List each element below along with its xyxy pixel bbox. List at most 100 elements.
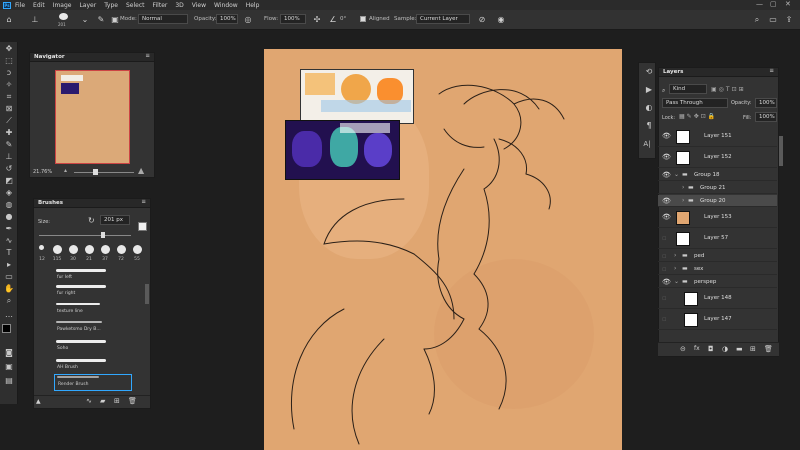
chevron-down-icon[interactable]: ⌄ — [674, 171, 679, 178]
layer-opacity-input[interactable]: 100% — [755, 98, 777, 108]
zoom-in-icon[interactable]: ▲ — [138, 166, 144, 175]
group-row[interactable]: 👁 ⌄ ▬ Group 18 — [658, 169, 777, 181]
layer-name[interactable]: Layer 151 — [704, 133, 732, 139]
layer-name[interactable]: Layer 148 — [704, 295, 732, 301]
clone-stamp-tool-icon[interactable]: ⊥ — [3, 152, 15, 162]
menu-layer[interactable]: Layer — [79, 2, 96, 9]
layer-row[interactable]: 👁 Layer 153 — [658, 208, 777, 228]
document-canvas[interactable] — [264, 49, 622, 450]
brush-size-slider-handle[interactable] — [101, 232, 105, 238]
dodge-tool-icon[interactable]: ● — [3, 212, 15, 222]
adjustment-layer-icon[interactable]: ◑ — [722, 345, 728, 353]
pen-tool-icon[interactable]: ✒ — [3, 224, 15, 234]
group-row[interactable]: › ▬ Group 21 — [658, 182, 777, 194]
rectangle-tool-icon[interactable]: ▭ — [3, 272, 15, 282]
group-row[interactable]: ▫ › ▬ ped — [658, 250, 777, 262]
blur-tool-icon[interactable]: ◍ — [3, 200, 15, 210]
menu-image[interactable]: Image — [53, 2, 72, 9]
menu-help[interactable]: Help — [246, 2, 260, 9]
layer-name[interactable]: Layer 147 — [704, 316, 732, 322]
crop-tool-icon[interactable]: ⌗ — [3, 92, 15, 102]
healing-brush-tool-icon[interactable]: ✚ — [3, 128, 15, 138]
screen-mode-icon[interactable]: ▣ — [3, 362, 15, 372]
chevron-down-icon[interactable]: ⌄ — [674, 278, 679, 285]
group-name[interactable]: Group 21 — [700, 185, 726, 191]
layer-name[interactable]: Layer 57 — [704, 235, 728, 241]
new-group-icon[interactable]: ▰ — [100, 397, 105, 405]
history-icon[interactable]: ⟲ — [643, 67, 655, 77]
menu-edit[interactable]: Edit — [33, 2, 45, 9]
pressure-opacity-icon[interactable]: ◎ — [243, 14, 253, 25]
menu-select[interactable]: Select — [126, 2, 145, 9]
brush-angle-preview-icon[interactable] — [138, 222, 147, 231]
group-name[interactable]: sex — [694, 266, 703, 272]
mode-select[interactable]: Normal — [138, 14, 188, 24]
filter-search-icon[interactable]: ⌕ — [662, 87, 665, 95]
pressure-size-icon[interactable]: ◉ — [496, 14, 506, 25]
panel-menu-icon[interactable]: ≡ — [769, 68, 774, 74]
layers-scrollbar[interactable] — [779, 136, 783, 166]
navigator-thumbnail[interactable] — [55, 70, 130, 164]
brush-list-item[interactable]: Soho — [54, 339, 138, 353]
frame-icon[interactable]: ▤ — [3, 376, 15, 386]
group-name[interactable]: Group 20 — [700, 198, 726, 204]
menu-type[interactable]: Type — [104, 2, 118, 9]
brush-list-scrollbar[interactable] — [145, 284, 149, 304]
adjustments-icon[interactable]: ◐ — [643, 103, 655, 113]
brush-settings-icon[interactable]: ∿ — [86, 397, 92, 405]
search-icon[interactable]: ⌕ — [752, 14, 762, 25]
character-icon[interactable]: A| — [641, 139, 653, 149]
layer-row[interactable]: ▫ Layer 147 — [658, 310, 777, 330]
brush-tip-icon[interactable] — [39, 245, 44, 250]
layer-row[interactable]: 👁 Layer 152 — [658, 148, 777, 168]
eye-hidden-icon[interactable]: ▫ — [662, 253, 671, 260]
clone-source-icon[interactable]: ▣ — [110, 14, 120, 25]
menu-view[interactable]: View — [192, 2, 206, 9]
path-select-tool-icon[interactable]: ▸ — [3, 260, 15, 270]
menu-3d[interactable]: 3D — [175, 2, 183, 9]
zoom-slider-handle[interactable] — [93, 169, 98, 175]
pen-curvature-tool-icon[interactable]: ∿ — [3, 236, 15, 246]
brush-tip-icon[interactable] — [101, 245, 110, 254]
layer-filter-select[interactable]: Kind — [669, 84, 707, 94]
paint-bucket-tool-icon[interactable]: ◈ — [3, 188, 15, 198]
group-name[interactable]: ped — [694, 253, 704, 259]
share-icon[interactable]: ⇪ — [784, 14, 794, 25]
brush-tip-icon[interactable] — [85, 245, 94, 254]
foreground-color-swatch[interactable] — [2, 324, 11, 333]
eye-hidden-icon[interactable]: ▫ — [662, 235, 671, 242]
reset-size-icon[interactable]: ↻ — [88, 216, 95, 225]
group-row[interactable]: 👁 ⌄ ▬ perspep — [658, 276, 777, 288]
more-tools-icon[interactable]: … — [3, 310, 15, 320]
group-row-selected[interactable]: 👁 › ▬ Group 20 — [658, 195, 777, 207]
history-brush-tool-icon[interactable]: ↺ — [3, 164, 15, 174]
brushes-tab[interactable]: Brushes ≡ — [34, 199, 150, 208]
eye-hidden-icon[interactable]: ▫ — [662, 295, 671, 302]
group-name[interactable]: Group 18 — [694, 172, 720, 178]
chevron-right-icon[interactable]: › — [674, 265, 676, 272]
marquee-tool-icon[interactable]: ⬚ — [3, 56, 15, 66]
brush-tip-icon[interactable] — [117, 245, 126, 254]
chevron-right-icon[interactable]: › — [674, 252, 676, 259]
brush-tip-icon[interactable] — [53, 245, 62, 254]
eraser-tool-icon[interactable]: ◩ — [3, 176, 15, 186]
brush-tip-icon[interactable] — [133, 245, 142, 254]
brush-settings-icon[interactable]: ✎ — [96, 14, 106, 25]
quick-select-tool-icon[interactable]: ✧ — [3, 80, 15, 90]
blend-mode-select[interactable]: Pass Through — [662, 98, 728, 108]
panel-menu-icon[interactable]: ≡ — [141, 199, 146, 205]
frame-tool-icon[interactable]: ⊠ — [3, 104, 15, 114]
layer-row[interactable]: ▫ Layer 57 — [658, 229, 777, 249]
delete-brush-icon[interactable]: 🗑 — [128, 397, 137, 405]
brush-size-slider[interactable] — [39, 235, 131, 236]
zoom-percentage[interactable]: 21.76% — [33, 169, 52, 175]
chevron-right-icon[interactable]: › — [682, 184, 684, 191]
ignore-adjustment-icon[interactable]: ⊘ — [477, 14, 487, 25]
sample-select[interactable]: Current Layer — [416, 14, 470, 24]
brush-list-item[interactable]: AH Brush — [54, 358, 138, 372]
link-layers-icon[interactable]: ⊝ — [680, 345, 686, 353]
eye-icon[interactable]: 👁 — [662, 214, 671, 221]
group-name[interactable]: perspep — [694, 279, 716, 285]
fill-input[interactable]: 100% — [755, 112, 777, 122]
paragraph-icon[interactable]: ¶ — [643, 121, 655, 131]
